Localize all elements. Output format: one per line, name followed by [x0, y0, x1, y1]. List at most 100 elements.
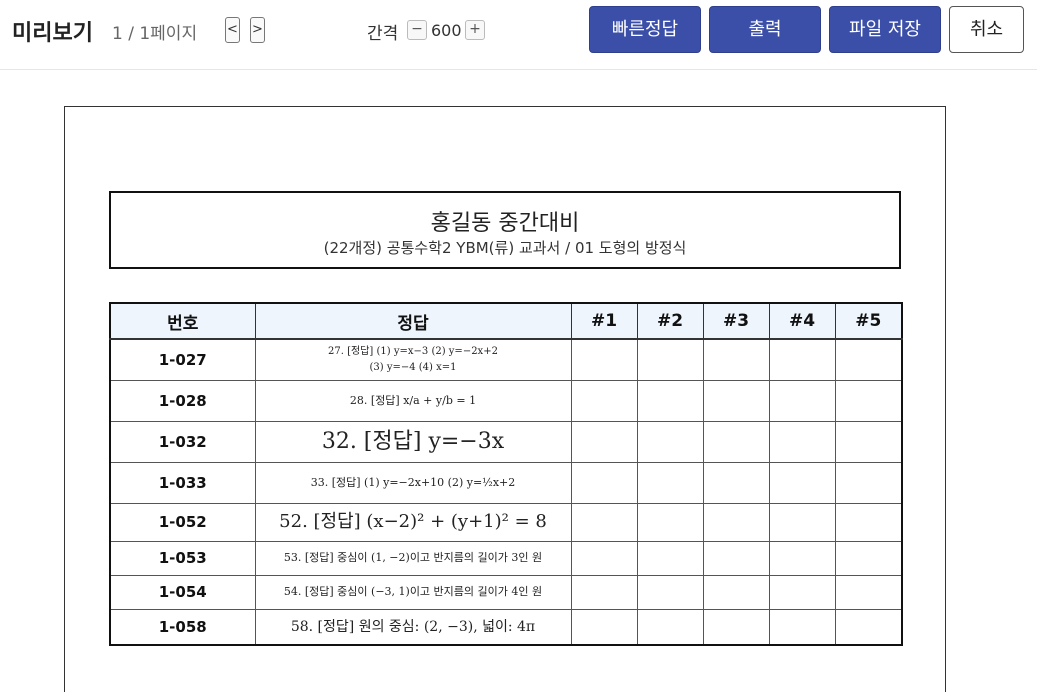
document-subtitle: (22개정) 공통수학2 YBM(류) 교과서 / 01 도형의 방정식	[323, 239, 687, 257]
document-title: 홍길동 중간대비	[430, 211, 580, 236]
check-cell[interactable]	[834, 502, 903, 542]
answer-text: (3) y=−4 (4) x=1	[369, 361, 457, 373]
check-cell[interactable]	[636, 540, 704, 576]
gap-value: 600	[431, 21, 462, 40]
check-cell[interactable]	[570, 420, 638, 463]
quick-answer-button[interactable]: 빠른정답	[589, 6, 701, 53]
table-row: 1-058 58. [정답] 원의 중심: (2, −3), 넓이: 4π	[109, 608, 903, 646]
check-cell[interactable]	[834, 461, 903, 504]
problem-number: 1-032	[109, 420, 256, 463]
table-row: 1-028 28. [정답] x/a + y/b = 1	[109, 379, 903, 422]
check-cell[interactable]	[636, 502, 704, 542]
check-cell[interactable]	[636, 574, 704, 610]
gap-increase-button[interactable]: +	[465, 20, 485, 40]
answer-text: 58. [정답] 원의 중심: (2, −3), 넓이: 4π	[290, 618, 536, 635]
check-cell[interactable]	[570, 461, 638, 504]
table-row: 1-053 53. [정답] 중심이 (1, −2)이고 반지름의 길이가 3인…	[109, 540, 903, 576]
document-header: 홍길동 중간대비 (22개정) 공통수학2 YBM(류) 교과서 / 01 도형…	[109, 191, 901, 269]
next-page-button[interactable]: >	[250, 17, 265, 43]
gap-decrease-button[interactable]: −	[407, 20, 427, 40]
answer-text: 54. [정답] 중심이 (−3, 1)이고 반지름의 길이가 4인 원	[283, 585, 543, 598]
table-row: 1-027 27. [정답] (1) y=x−3 (2) y=−2x+2 (3)…	[109, 338, 903, 381]
answer-cell: 28. [정답] x/a + y/b = 1	[254, 379, 572, 422]
check-cell[interactable]	[768, 420, 836, 463]
answer-table: 번호 정답 #1 #2 #3 #4 #5 1-027 27. [정답] (1) …	[109, 302, 903, 646]
check-cell[interactable]	[636, 420, 704, 463]
check-cell[interactable]	[834, 540, 903, 576]
save-file-button[interactable]: 파일 저장	[829, 6, 941, 53]
print-button[interactable]: 출력	[709, 6, 821, 53]
table-row: 1-054 54. [정답] 중심이 (−3, 1)이고 반지름의 길이가 4인…	[109, 574, 903, 610]
cancel-button[interactable]: 취소	[949, 6, 1024, 53]
check-cell[interactable]	[768, 574, 836, 610]
header-check-3: #3	[702, 302, 770, 340]
check-cell[interactable]	[702, 608, 770, 646]
check-cell[interactable]	[768, 338, 836, 381]
check-cell[interactable]	[636, 379, 704, 422]
answer-cell: 33. [정답] (1) y=−2x+10 (2) y=½x+2	[254, 461, 572, 504]
check-cell[interactable]	[834, 379, 903, 422]
answer-cell: 54. [정답] 중심이 (−3, 1)이고 반지름의 길이가 4인 원	[254, 574, 572, 610]
check-cell[interactable]	[702, 338, 770, 381]
header-check-1: #1	[570, 302, 638, 340]
check-cell[interactable]	[702, 540, 770, 576]
header-check-4: #4	[768, 302, 836, 340]
prev-page-button[interactable]: <	[225, 17, 240, 43]
answer-text: 32. [정답] y=−3x	[321, 428, 505, 454]
check-cell[interactable]	[570, 540, 638, 576]
check-cell[interactable]	[768, 540, 836, 576]
check-cell[interactable]	[702, 502, 770, 542]
check-cell[interactable]	[636, 338, 704, 381]
answer-text: 52. [정답] (x−2)² + (y+1)² = 8	[279, 511, 547, 532]
problem-number: 1-033	[109, 461, 256, 504]
check-cell[interactable]	[570, 574, 638, 610]
preview-title: 미리보기	[12, 21, 93, 46]
preview-toolbar: 미리보기 1 / 1페이지 < > 간격 − 600 + 빠른정답 출력 파일 …	[0, 0, 1037, 70]
problem-number: 1-052	[109, 502, 256, 542]
check-cell[interactable]	[834, 608, 903, 646]
check-cell[interactable]	[768, 461, 836, 504]
table-header-row: 번호 정답 #1 #2 #3 #4 #5	[109, 302, 903, 340]
check-cell[interactable]	[702, 379, 770, 422]
header-number: 번호	[109, 302, 256, 340]
document-page: 홍길동 중간대비 (22개정) 공통수학2 YBM(류) 교과서 / 01 도형…	[64, 106, 946, 692]
preview-area: 홍길동 중간대비 (22개정) 공통수학2 YBM(류) 교과서 / 01 도형…	[0, 71, 1037, 692]
check-cell[interactable]	[768, 502, 836, 542]
check-cell[interactable]	[834, 574, 903, 610]
check-cell[interactable]	[702, 574, 770, 610]
problem-number: 1-053	[109, 540, 256, 576]
check-cell[interactable]	[636, 461, 704, 504]
answer-text: 33. [정답] (1) y=−2x+10 (2) y=½x+2	[310, 475, 516, 489]
answer-cell: 27. [정답] (1) y=x−3 (2) y=−2x+2 (3) y=−4 …	[254, 338, 572, 381]
check-cell[interactable]	[570, 502, 638, 542]
check-cell[interactable]	[834, 338, 903, 381]
check-cell[interactable]	[834, 420, 903, 463]
answer-cell: 52. [정답] (x−2)² + (y+1)² = 8	[254, 502, 572, 542]
problem-number: 1-027	[109, 338, 256, 381]
check-cell[interactable]	[768, 608, 836, 646]
header-answer: 정답	[254, 302, 572, 340]
header-check-5: #5	[834, 302, 903, 340]
problem-number: 1-054	[109, 574, 256, 610]
check-cell[interactable]	[702, 461, 770, 504]
check-cell[interactable]	[570, 379, 638, 422]
check-cell[interactable]	[702, 420, 770, 463]
table-row: 1-033 33. [정답] (1) y=−2x+10 (2) y=½x+2	[109, 461, 903, 504]
answer-text: 27. [정답] (1) y=x−3 (2) y=−2x+2	[328, 345, 498, 357]
check-cell[interactable]	[570, 338, 638, 381]
header-check-2: #2	[636, 302, 704, 340]
answer-text: 53. [정답] 중심이 (1, −2)이고 반지름의 길이가 3인 원	[283, 551, 543, 564]
check-cell[interactable]	[570, 608, 638, 646]
answer-cell: 32. [정답] y=−3x	[254, 420, 572, 463]
answer-text: 28. [정답] x/a + y/b = 1	[349, 393, 477, 407]
table-row: 1-032 32. [정답] y=−3x	[109, 420, 903, 463]
problem-number: 1-028	[109, 379, 256, 422]
answer-cell: 53. [정답] 중심이 (1, −2)이고 반지름의 길이가 3인 원	[254, 540, 572, 576]
answer-cell: 58. [정답] 원의 중심: (2, −3), 넓이: 4π	[254, 608, 572, 646]
check-cell[interactable]	[636, 608, 704, 646]
gap-label: 간격	[367, 24, 399, 44]
problem-number: 1-058	[109, 608, 256, 646]
page-indicator: 1 / 1페이지	[112, 24, 198, 44]
check-cell[interactable]	[768, 379, 836, 422]
table-row: 1-052 52. [정답] (x−2)² + (y+1)² = 8	[109, 502, 903, 542]
